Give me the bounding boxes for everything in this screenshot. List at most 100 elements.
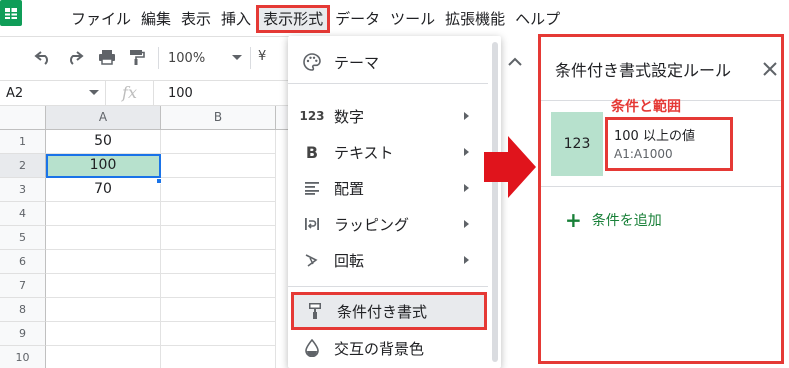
print-icon[interactable]	[98, 49, 116, 65]
cell-a4[interactable]	[46, 202, 161, 226]
submenu-arrow-icon	[464, 112, 469, 120]
rule-range: A1:A1000	[614, 147, 673, 161]
rule-condition-value: 100	[614, 129, 639, 144]
select-all-corner[interactable]	[0, 106, 46, 130]
cell-b10[interactable]	[161, 346, 276, 368]
row-header[interactable]: 1	[0, 130, 46, 154]
submenu-arrow-icon	[464, 184, 469, 192]
number-icon: 123	[299, 109, 325, 123]
menu-item-text[interactable]: B テキスト	[288, 134, 488, 170]
cell-reference: A2	[6, 85, 24, 101]
row-header[interactable]: 6	[0, 250, 46, 274]
menu-edit[interactable]: 編集	[136, 5, 176, 33]
chevron-up-icon[interactable]	[508, 52, 522, 66]
row-header[interactable]: 5	[0, 226, 46, 250]
currency-format-button[interactable]: ¥	[258, 49, 266, 64]
bold-icon: B	[305, 142, 319, 162]
undo-icon[interactable]	[34, 49, 52, 65]
cell-b1[interactable]	[161, 130, 276, 154]
cell-b3[interactable]	[161, 178, 276, 202]
menu-scrollbar[interactable]	[492, 42, 498, 362]
menu-item-label: 配置	[334, 179, 365, 198]
redo-icon[interactable]	[66, 49, 84, 65]
cell-a7[interactable]	[46, 274, 161, 298]
cell-a5[interactable]	[46, 226, 161, 250]
menu-tools[interactable]: ツール	[385, 5, 440, 33]
menu-insert[interactable]: 挿入	[216, 5, 256, 33]
row-header[interactable]: 9	[0, 322, 46, 346]
menu-item-label: ラッピング	[334, 215, 410, 234]
plus-icon: +	[565, 208, 582, 232]
rotate-icon	[302, 250, 322, 270]
menu-item-theme[interactable]: テーマ	[288, 44, 488, 80]
row-header[interactable]: 8	[0, 298, 46, 322]
submenu-arrow-icon	[464, 220, 469, 228]
toolbar: 100% ¥	[0, 36, 289, 76]
row-header[interactable]: 3	[0, 178, 46, 202]
cell-b4[interactable]	[161, 202, 276, 226]
cell-a9[interactable]	[46, 322, 161, 346]
column-header-b[interactable]: B	[161, 106, 276, 130]
close-icon[interactable]	[763, 61, 777, 76]
menu-item-label: テキスト	[334, 143, 394, 162]
panel-title: 条件付き書式設定ルール	[555, 61, 732, 80]
menu-divider	[288, 83, 488, 84]
menu-data[interactable]: データ	[330, 5, 385, 33]
rule-summary[interactable]: 100 以上の値 A1:A1000	[605, 117, 733, 171]
cell-b9[interactable]	[161, 322, 276, 346]
menu-extensions[interactable]: 拡張機能	[440, 5, 510, 33]
spreadsheet-grid: A B 1 2 3 4 5 6 7 8 9 10 50 100 70	[0, 106, 289, 368]
paint-format-icon[interactable]	[128, 49, 146, 65]
formula-bar: A2 fx 100	[0, 80, 289, 106]
palette-icon	[302, 52, 322, 72]
menu-item-wrapping[interactable]: ラッピング	[288, 206, 488, 242]
zoom-value: 100%	[168, 50, 206, 66]
menu-item-alignment[interactable]: 配置	[288, 170, 488, 206]
sheets-logo-icon[interactable]	[0, 0, 26, 30]
cell-b7[interactable]	[161, 274, 276, 298]
cell-b8[interactable]	[161, 298, 276, 322]
menu-item-alternating-colors[interactable]: 交互の背景色	[288, 330, 488, 366]
toolbar-divider	[250, 47, 251, 69]
toolbar-divider	[158, 47, 159, 69]
annotation-arrow-icon	[484, 136, 536, 198]
fill-handle[interactable]	[156, 178, 162, 184]
wrap-icon	[302, 214, 322, 234]
row-header[interactable]: 4	[0, 202, 46, 226]
name-box[interactable]: A2	[0, 81, 106, 105]
submenu-arrow-icon	[464, 148, 469, 156]
zoom-select[interactable]: 100%	[168, 49, 242, 67]
menu-item-conditional-formatting[interactable]: 条件付き書式	[291, 292, 487, 330]
add-condition-button[interactable]: + 条件を追加	[565, 210, 662, 230]
formula-input[interactable]: 100	[154, 86, 193, 101]
menu-item-rotation[interactable]: 回転	[288, 242, 488, 278]
add-condition-label: 条件を追加	[591, 213, 662, 229]
cell-a10[interactable]	[46, 346, 161, 368]
menu-divider	[288, 286, 488, 287]
menu-format[interactable]: 表示形式	[256, 5, 331, 33]
menu-help[interactable]: ヘルプ	[510, 5, 565, 33]
menu-view[interactable]: 表示	[176, 5, 216, 33]
cell-b5[interactable]	[161, 226, 276, 250]
cell-a8[interactable]	[46, 298, 161, 322]
cell-a1[interactable]: 50	[46, 130, 161, 154]
fill-drop-icon	[302, 338, 322, 358]
conditional-format-panel: 条件付き書式設定ルール 条件と範囲 123 100 以上の値 A1:A1000 …	[538, 34, 784, 364]
submenu-arrow-icon	[464, 256, 469, 264]
row-header[interactable]: 7	[0, 274, 46, 298]
menu-item-label: 数字	[334, 107, 365, 126]
menu-file[interactable]: ファイル	[66, 5, 136, 33]
row-header[interactable]: 10	[0, 346, 46, 368]
cell-b2[interactable]	[161, 154, 276, 178]
menu-item-number[interactable]: 123 数字	[288, 98, 488, 134]
rule-condition-text: 以上の値	[642, 129, 695, 144]
cell-a2[interactable]: 100	[46, 154, 161, 178]
row-header[interactable]: 2	[0, 154, 46, 178]
column-header-a[interactable]: A	[46, 106, 161, 130]
paint-roller-icon	[305, 301, 325, 321]
cell-b6[interactable]	[161, 250, 276, 274]
cell-a3[interactable]: 70	[46, 178, 161, 202]
rule-preview-swatch[interactable]: 123	[551, 112, 603, 176]
cell-a6[interactable]	[46, 250, 161, 274]
menu-bar: ファイル 編集 表示 挿入 表示形式 データ ツール 拡張機能 ヘルプ	[66, 5, 565, 33]
